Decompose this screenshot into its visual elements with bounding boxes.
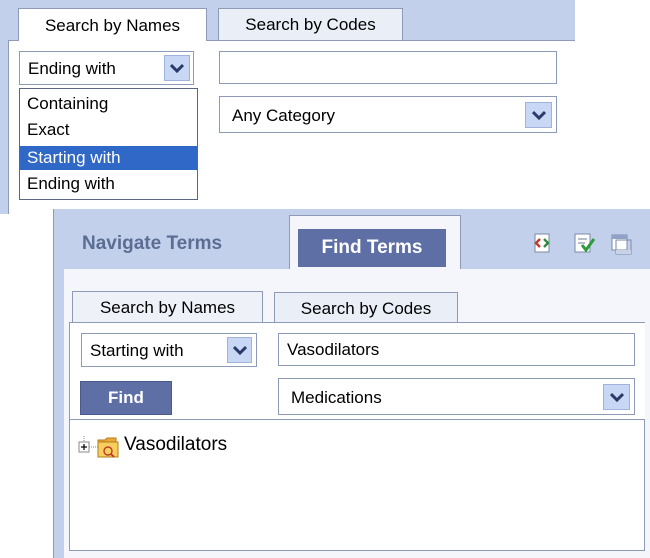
dropdown-option-starting-with[interactable]: Starting with (20, 146, 197, 170)
tab-search-by-names[interactable]: Search by Names (72, 291, 263, 323)
checklist-icon[interactable] (572, 231, 596, 255)
tree-node-label: Vasodilators (124, 434, 228, 455)
find-terms-panel: Navigate Terms Find Terms Search by Name… (53, 209, 650, 558)
category-select[interactable]: Any Category (219, 96, 557, 133)
option-label: Starting with (27, 148, 121, 167)
search-input-value: Vasodilators (287, 340, 380, 359)
match-type-value: Ending with (28, 59, 116, 78)
tab-label: Search by Codes (245, 15, 376, 34)
tab-label: Find Terms (321, 237, 423, 258)
dropdown-option-exact[interactable]: Exact (20, 118, 197, 142)
tab-label: Search by Codes (300, 299, 432, 318)
chevron-down-icon[interactable] (227, 337, 252, 363)
option-label: Exact (27, 120, 70, 139)
code-view-icon[interactable] (531, 232, 553, 254)
tab-label: Navigate Terms (82, 233, 223, 254)
tree-node-vasodilators[interactable]: Vasodilators (74, 434, 314, 460)
tab-label: Search by Names (44, 16, 181, 35)
dropdown-option-containing[interactable]: Containing (20, 92, 197, 116)
tab-search-by-codes[interactable]: Search by Codes (218, 8, 403, 40)
find-button[interactable]: Find (80, 381, 172, 415)
option-label: Ending with (27, 174, 115, 193)
chevron-down-icon[interactable] (525, 102, 552, 128)
match-type-select[interactable]: Ending with (19, 51, 194, 85)
dropdown-option-ending-with[interactable]: Ending with (20, 172, 197, 196)
find-button-label: Find (108, 388, 144, 407)
find-terms-label-box[interactable]: Find Terms (298, 229, 446, 267)
option-label: Containing (27, 94, 109, 113)
category-value: Any Category (232, 106, 335, 125)
results-tree: Vasodilators (69, 419, 645, 551)
folder-icon (97, 437, 119, 458)
tab-label: Search by Names (99, 298, 236, 317)
match-type-value: Starting with (90, 341, 184, 360)
search-input[interactable]: Vasodilators (278, 333, 635, 366)
window-icon[interactable] (609, 232, 633, 256)
tab-navigate-terms[interactable]: Navigate Terms (82, 233, 222, 255)
tab-search-by-names[interactable]: Search by Names (18, 8, 207, 41)
tab-search-by-codes[interactable]: Search by Codes (274, 292, 458, 323)
category-value: Medications (291, 388, 382, 407)
category-select[interactable]: Medications (278, 378, 635, 415)
match-type-select[interactable]: Starting with (81, 333, 257, 367)
match-type-dropdown-list: Containing Exact Starting with Ending wi… (19, 88, 198, 200)
chevron-down-icon[interactable] (164, 55, 190, 81)
chevron-down-icon[interactable] (603, 384, 630, 410)
search-input[interactable] (219, 51, 557, 84)
